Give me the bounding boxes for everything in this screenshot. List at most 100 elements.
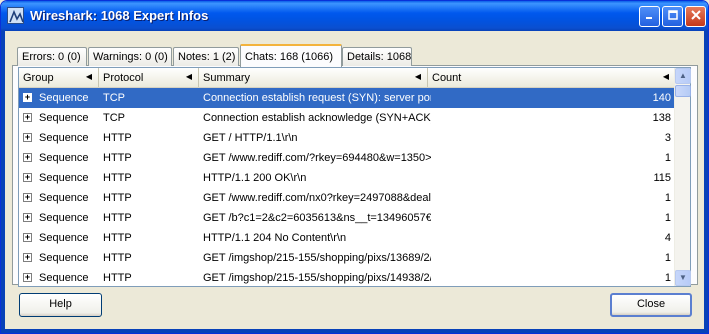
cell-count: 140 (652, 92, 671, 104)
table-row[interactable]: + Sequence HTTP GET / HTTP/1.1\r\n 3 (19, 128, 675, 148)
cell-count: 1 (664, 212, 671, 224)
cell-count: 1 (664, 252, 671, 264)
plus-expand-icon[interactable]: + (23, 173, 32, 182)
close-button[interactable]: Close (610, 293, 692, 317)
sort-arrow-icon: ◀ (85, 72, 92, 81)
column-label: Protocol (103, 72, 144, 84)
table-row[interactable]: + Sequence HTTP HTTP/1.1 204 No Content\… (19, 228, 675, 248)
cell-group: Sequence (39, 172, 89, 184)
maximize-icon (667, 9, 678, 23)
cell-group: Sequence (39, 132, 89, 144)
cell-group: Sequence (39, 192, 89, 204)
table-row[interactable]: + Sequence HTTP GET /b?c1=2&c2=6035613&n… (19, 208, 675, 228)
cell-group: Sequence (39, 212, 89, 224)
cell-protocol: HTTP (103, 192, 132, 204)
plus-expand-icon[interactable]: + (23, 213, 32, 222)
help-button[interactable]: Help (19, 293, 102, 317)
window-frame-left (1, 31, 5, 333)
cell-protocol: TCP (103, 112, 125, 124)
minimize-icon (645, 9, 655, 23)
plus-expand-icon[interactable]: + (23, 273, 32, 282)
close-button-label: Close (636, 298, 666, 310)
cell-protocol: HTTP (103, 172, 132, 184)
tab-chats[interactable]: Chats: 168 (1066) (240, 44, 342, 67)
cell-summary: GET /www.rediff.com/nx0?rkey=2497088&dea… (203, 192, 431, 204)
tab-label: Errors: 0 (0) (22, 51, 81, 63)
column-label: Summary (203, 72, 251, 84)
table-row[interactable]: + Sequence HTTP GET /imgshop/215-155/sho… (19, 248, 675, 268)
sort-arrow-icon: ◀ (662, 72, 669, 81)
cell-count: 1 (664, 192, 671, 204)
tab-label: Warnings: 0 (0) (93, 51, 168, 63)
cell-summary: GET /imgshop/215-155/shopping/pixs/14938… (203, 272, 431, 284)
table-row[interactable]: + Sequence HTTP HTTP/1.1 200 OK\r\n 115 (19, 168, 675, 188)
table-row[interactable]: + Sequence TCP Connection establish ackn… (19, 108, 675, 128)
cell-group: Sequence (39, 92, 89, 104)
help-button-label: Help (49, 298, 72, 310)
cell-summary: GET /www.rediff.com/?rkey=694480&w=1350> (203, 152, 431, 164)
column-header-summary[interactable]: Summary ◀ (199, 68, 428, 87)
cell-summary: Connection establish acknowledge (SYN+AC… (203, 112, 431, 124)
cell-protocol: TCP (103, 92, 125, 104)
window-frame-bottom (1, 329, 708, 333)
cell-protocol: HTTP (103, 252, 132, 264)
close-window-button[interactable] (685, 6, 706, 27)
cell-protocol: HTTP (103, 152, 132, 164)
title-bar[interactable]: Wireshark: 1068 Expert Infos (1, 1, 708, 31)
close-icon (690, 9, 701, 23)
tab-label: Notes: 1 (2) (178, 51, 236, 63)
plus-expand-icon[interactable]: + (23, 93, 32, 102)
plus-expand-icon[interactable]: + (23, 233, 32, 242)
window-title: Wireshark: 1068 Expert Infos (30, 8, 209, 23)
tab-errors[interactable]: Errors: 0 (0) (17, 47, 87, 66)
sort-arrow-icon: ◀ (414, 72, 421, 81)
cell-protocol: HTTP (103, 212, 132, 224)
column-header-group[interactable]: Group ◀ (19, 68, 99, 87)
tab-warnings[interactable]: Warnings: 0 (0) (88, 47, 172, 66)
wireshark-app-icon (7, 7, 24, 24)
tab-notes[interactable]: Notes: 1 (2) (173, 47, 239, 66)
cell-summary: GET / HTTP/1.1\r\n (203, 132, 298, 144)
cell-summary: HTTP/1.1 204 No Content\r\n (203, 232, 347, 244)
cell-count: 1 (664, 272, 671, 284)
cell-protocol: HTTP (103, 132, 132, 144)
column-header-protocol[interactable]: Protocol ◀ (99, 68, 199, 87)
vertical-scrollbar[interactable]: ▲ ▼ (674, 68, 691, 286)
maximize-button[interactable] (662, 6, 683, 27)
expert-info-table[interactable]: Group ◀ Protocol ◀ Summary ◀ Count ◀ + S… (18, 67, 691, 287)
table-row[interactable]: + Sequence HTTP GET /www.rediff.com/nx0?… (19, 188, 675, 208)
cell-summary: Connection establish request (SYN): serv… (203, 92, 431, 104)
scroll-up-button[interactable]: ▲ (675, 68, 691, 84)
cell-count: 138 (652, 112, 671, 124)
column-label: Count (432, 72, 462, 84)
cell-summary: GET /imgshop/215-155/shopping/pixs/13689… (203, 252, 431, 264)
column-header-count[interactable]: Count ◀ (428, 68, 675, 87)
cell-count: 3 (664, 132, 671, 144)
cell-protocol: HTTP (103, 232, 132, 244)
expert-infos-window: Wireshark: 1068 Expert Infos Errors: 0 (… (0, 0, 709, 334)
plus-expand-icon[interactable]: + (23, 253, 32, 262)
cell-group: Sequence (39, 152, 89, 164)
cell-count: 4 (664, 232, 671, 244)
table-row[interactable]: + Sequence TCP Connection establish requ… (19, 88, 675, 108)
tab-label: Details: 1068 (347, 51, 412, 63)
window-frame-right (704, 31, 708, 333)
cell-count: 115 (653, 172, 671, 184)
cell-group: Sequence (39, 252, 89, 264)
chevron-up-icon: ▲ (679, 71, 687, 80)
scroll-down-button[interactable]: ▼ (675, 270, 691, 286)
table-row[interactable]: + Sequence HTTP GET /imgshop/215-155/sho… (19, 268, 675, 288)
table-row[interactable]: + Sequence HTTP GET /www.rediff.com/?rke… (19, 148, 675, 168)
plus-expand-icon[interactable]: + (23, 133, 32, 142)
plus-expand-icon[interactable]: + (23, 153, 32, 162)
plus-expand-icon[interactable]: + (23, 113, 32, 122)
chevron-down-icon: ▼ (679, 273, 687, 282)
scroll-thumb[interactable] (675, 85, 691, 97)
cell-group: Sequence (39, 112, 89, 124)
plus-expand-icon[interactable]: + (23, 193, 32, 202)
cell-protocol: HTTP (103, 272, 132, 284)
sort-arrow-icon: ◀ (185, 72, 192, 81)
tab-details[interactable]: Details: 1068 (342, 47, 412, 66)
column-label: Group (23, 72, 54, 84)
minimize-button[interactable] (639, 6, 660, 27)
